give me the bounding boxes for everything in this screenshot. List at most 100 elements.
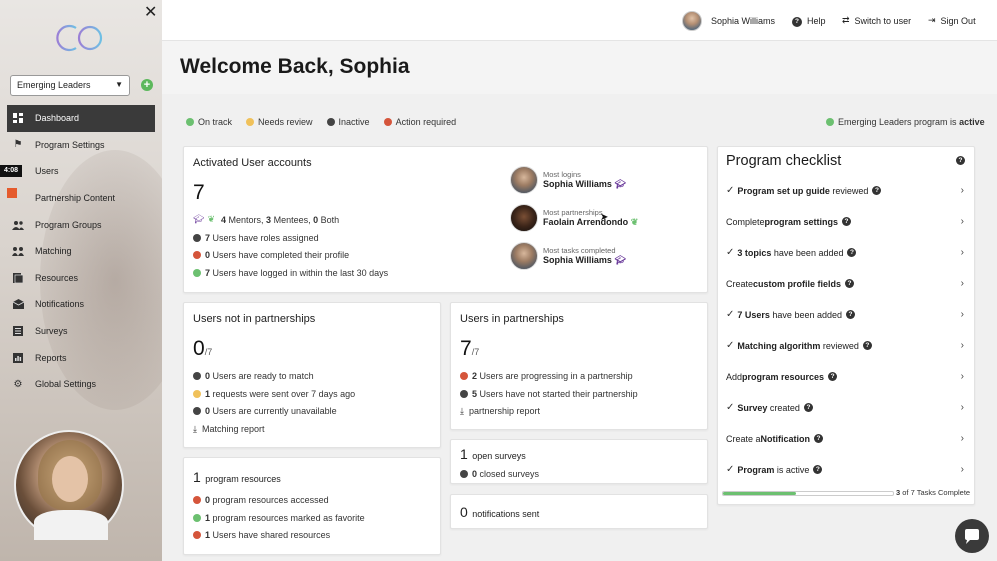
current-user-name: Sophia Williams: [711, 16, 776, 26]
in-details: 2 Users are progressing in a partnership…: [460, 367, 638, 420]
dark-dot-icon: [326, 118, 335, 126]
help-icon[interactable]: ?: [842, 217, 852, 226]
checklist-item-post: is active: [774, 464, 810, 475]
checklist-item-post: reviewed: [820, 340, 859, 351]
help-icon: ?: [792, 15, 802, 27]
checklist-item-bold: Program: [737, 464, 775, 475]
not-in-count: 0: [193, 337, 205, 360]
accessed-line: 0 program resources accessed: [193, 491, 365, 509]
most-tasks[interactable]: Most tasks completed Sophia Williams 🎓︎: [510, 242, 638, 270]
checklist-item[interactable]: Create a Notification? ›: [726, 423, 966, 454]
roles-breakdown: 🎓︎ ❦ 4 Mentors, 3 Mentees, 0 Both: [193, 211, 493, 229]
accessed-count: 0: [205, 494, 211, 505]
sidebar-item-global-settings[interactable]: ⚙ Global Settings: [7, 371, 155, 398]
users-in-partnerships-card: Users in partnerships 7/7 2 Users are pr…: [450, 302, 708, 430]
switch-user-label: Switch to user: [854, 15, 912, 26]
dark-dot-icon: [193, 371, 201, 380]
sidebar-item-program-settings[interactable]: ⚑ Program Settings: [7, 132, 155, 159]
sidebar-item-partnership-content[interactable]: Partnership Content: [7, 185, 155, 212]
checklist-item[interactable]: ✓ Program set up guide reviewed? ›: [726, 175, 966, 206]
checklist-item[interactable]: Create custom profile fields? ›: [726, 268, 966, 299]
checklist-item[interactable]: Add program resources? ›: [726, 361, 966, 392]
checklist-item[interactable]: ✓ Matching algorithm reviewed? ›: [726, 330, 966, 361]
add-program-button[interactable]: +: [141, 79, 153, 91]
in-count: 7: [460, 337, 472, 360]
sidebar-item-resources[interactable]: Resources: [7, 265, 155, 292]
favorite-label: program resources marked as favorite: [212, 512, 365, 523]
sidebar-item-notifications[interactable]: Notifications: [7, 291, 155, 318]
sidebar-item-surveys[interactable]: Surveys: [7, 318, 155, 345]
mentors-count: 4: [220, 214, 226, 225]
checklist-item[interactable]: ✓ 3 topics have been added? ›: [726, 237, 966, 268]
sidebar-item-program-groups[interactable]: Program Groups: [7, 211, 155, 238]
help-icon[interactable]: ?: [872, 186, 882, 195]
red-dot-icon: [460, 371, 468, 380]
help-link[interactable]: ? Help: [792, 15, 826, 27]
help-icon[interactable]: ?: [846, 310, 855, 319]
green-dot-icon: [193, 513, 201, 522]
checklist-item-post: reviewed: [829, 185, 869, 196]
help-icon[interactable]: ?: [862, 341, 872, 350]
checklist-item-pre: Create: [726, 278, 754, 289]
mentees-count: 3: [266, 214, 272, 225]
mentor-cap-icon: 🎓︎: [614, 179, 626, 189]
chat-button[interactable]: [955, 519, 989, 553]
unavailable-line: 0 Users are currently unavailable: [193, 403, 355, 421]
checklist-item[interactable]: Complete program settings? ›: [726, 206, 966, 237]
most-partnerships-label: Most partnerships: [543, 208, 603, 217]
help-icon[interactable]: ?: [828, 372, 838, 381]
program-status-value: active: [959, 117, 985, 127]
matching-report-link[interactable]: ⤓ Matching report: [193, 420, 355, 438]
legend-label: Action required: [395, 117, 457, 127]
sign-out-link[interactable]: ⇥ Sign Out: [928, 15, 976, 26]
dark-dot-icon: [193, 407, 201, 416]
sidebar-item-matching[interactable]: Matching: [7, 238, 155, 265]
settings-flag-icon: ⚑: [13, 139, 23, 151]
close-icon[interactable]: ✕: [144, 5, 157, 21]
legend-label: On track: [198, 117, 233, 127]
logged-line: 7 Users have logged in within the last 3…: [193, 264, 493, 282]
logged-count: 7: [205, 268, 211, 279]
checklist-item-pre: Add: [726, 371, 743, 382]
most-logins-label: Most logins: [543, 170, 581, 179]
checklist-item[interactable]: ✓ 7 Users have been added? ›: [726, 299, 966, 330]
most-tasks-label: Most tasks completed: [543, 246, 616, 255]
activated-details: 🎓︎ ❦ 4 Mentors, 3 Mentees, 0 Both 7 User…: [193, 211, 493, 282]
logged-label: Users have logged in within the last 30 …: [212, 268, 389, 279]
surveys-icon: [12, 325, 24, 337]
partnership-report-link[interactable]: ⤓ partnership report: [460, 403, 638, 421]
checklist-item-post: have been added: [769, 309, 842, 320]
help-icon[interactable]: ?: [956, 156, 965, 165]
checklist-item[interactable]: ✓ Program is active? ›: [726, 454, 966, 485]
surveys-card: 1 open surveys 0 closed surveys: [450, 439, 708, 484]
video-time-badge: 4:08: [0, 165, 22, 177]
sidebar-item-label: Global Settings: [35, 379, 97, 390]
sidebar-item-reports[interactable]: Reports: [7, 344, 155, 371]
both-label: Both: [320, 214, 340, 225]
most-logins[interactable]: Most logins Sophia Williams 🎓︎: [510, 166, 638, 194]
sidebar-item-dashboard[interactable]: Dashboard: [7, 105, 155, 132]
most-partnerships-name: Faolain Arrendondo: [543, 217, 629, 227]
switch-arrows-icon: ⇄: [842, 15, 850, 25]
help-icon[interactable]: ?: [803, 403, 813, 412]
activated-count: 7: [193, 181, 205, 204]
sidebar-item-users[interactable]: Users: [7, 158, 155, 185]
red-dot-icon: [193, 495, 201, 504]
program-select[interactable]: Emerging Leaders ▼: [10, 75, 130, 96]
help-icon[interactable]: ?: [845, 279, 855, 288]
switch-user-link[interactable]: ⇄ Switch to user: [842, 15, 911, 26]
progressing-count: 2: [472, 370, 478, 381]
sign-out-icon: ⇥: [928, 15, 936, 25]
closed-surveys: 0 closed surveys: [460, 465, 539, 483]
checklist-item[interactable]: ✓ Survey created? ›: [726, 392, 966, 423]
progress-done: 3: [896, 488, 901, 497]
users-not-in-partnerships-card: Users not in partnerships 0/7 0 Users ar…: [183, 302, 441, 448]
help-icon[interactable]: ?: [813, 465, 823, 474]
checklist-item-bold: custom profile fields: [753, 278, 842, 289]
roles-count: 7: [205, 232, 211, 243]
roles-label: Users have roles assigned: [212, 232, 319, 243]
help-icon[interactable]: ?: [814, 434, 824, 443]
help-icon[interactable]: ?: [847, 248, 857, 257]
most-partnerships[interactable]: Most partnerships Faolain Arrendondo ❦: [510, 204, 638, 232]
current-user[interactable]: Sophia Williams: [682, 11, 775, 31]
